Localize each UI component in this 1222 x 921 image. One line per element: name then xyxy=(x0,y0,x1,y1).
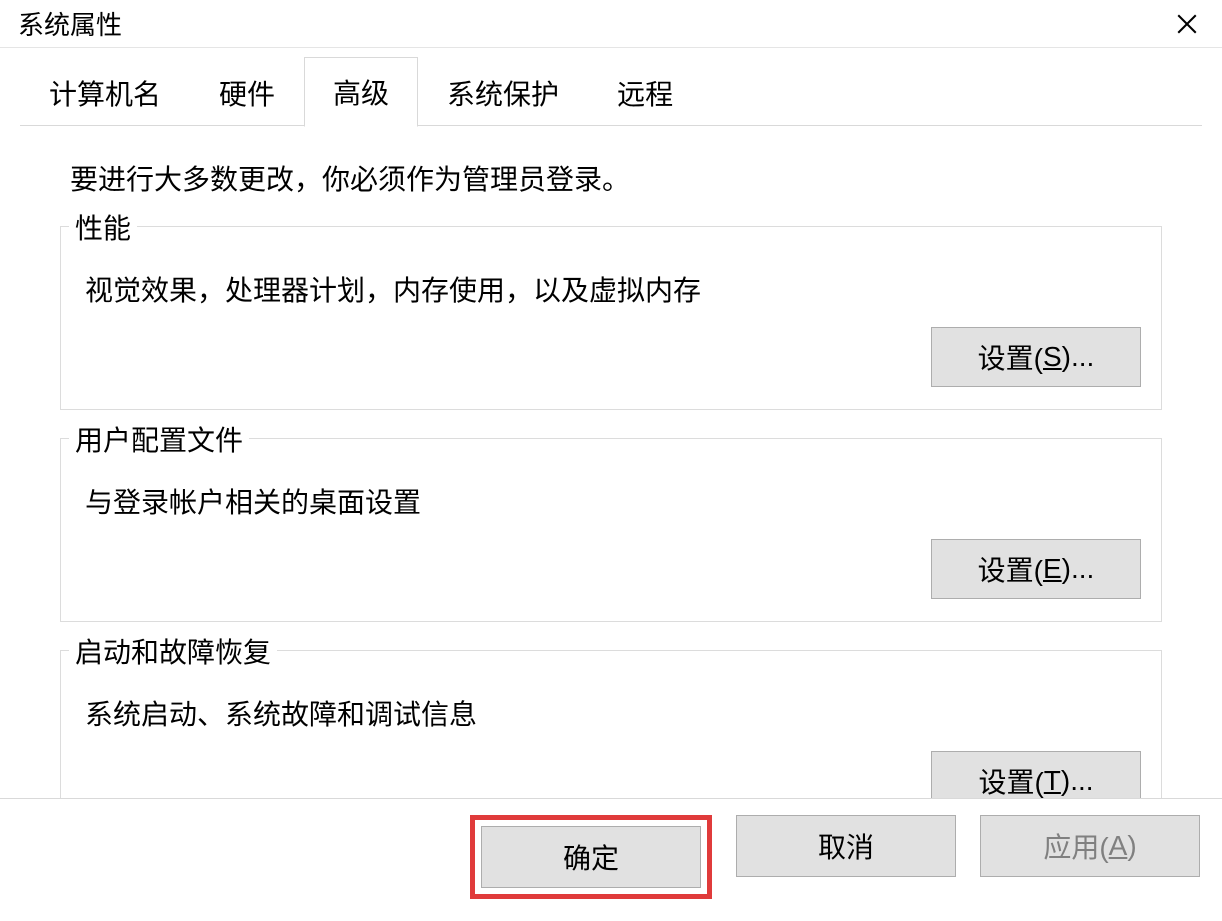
ok-button-highlight: 确定 xyxy=(470,815,712,899)
performance-settings-button[interactable]: 设置(S)... xyxy=(931,327,1141,387)
btn-label-prefix: 设置( xyxy=(978,761,1043,801)
group-performance: 性能 视觉效果，处理器计划，内存使用，以及虚拟内存 设置(S)... xyxy=(60,226,1162,410)
btn-label-key: T xyxy=(1044,765,1061,797)
group-user-profiles: 用户配置文件 与登录帐户相关的桌面设置 设置(E)... xyxy=(60,438,1162,622)
tab-computer-name[interactable]: 计算机名 xyxy=(20,58,190,127)
tab-content-advanced: 要进行大多数更改，你必须作为管理员登录。 性能 视觉效果，处理器计划，内存使用，… xyxy=(0,126,1222,912)
btn-label-suffix: ) xyxy=(1127,830,1136,862)
btn-label-suffix: )... xyxy=(1061,765,1094,797)
btn-label-prefix: 设置( xyxy=(978,549,1043,589)
group-user-profiles-legend: 用户配置文件 xyxy=(69,419,249,459)
user-profiles-settings-button[interactable]: 设置(E)... xyxy=(931,539,1141,599)
cancel-button[interactable]: 取消 xyxy=(736,815,956,877)
window-title: 系统属性 xyxy=(18,5,122,42)
tab-underline xyxy=(20,125,1202,126)
group-startup-recovery-desc: 系统启动、系统故障和调试信息 xyxy=(85,693,1137,733)
btn-label-prefix: 应用( xyxy=(1043,826,1108,866)
titlebar: 系统属性 xyxy=(0,0,1222,48)
admin-note: 要进行大多数更改，你必须作为管理员登录。 xyxy=(70,158,1162,198)
group-performance-legend: 性能 xyxy=(69,207,137,247)
ok-button[interactable]: 确定 xyxy=(481,826,701,888)
close-icon xyxy=(1177,14,1197,34)
group-performance-desc: 视觉效果，处理器计划，内存使用，以及虚拟内存 xyxy=(85,269,1137,309)
tab-remote[interactable]: 远程 xyxy=(588,58,702,127)
btn-label-key: S xyxy=(1043,341,1062,373)
group-user-profiles-desc: 与登录帐户相关的桌面设置 xyxy=(85,481,1137,521)
tab-bar: 计算机名 硬件 高级 系统保护 远程 xyxy=(0,56,1222,126)
group-startup-recovery-legend: 启动和故障恢复 xyxy=(69,631,277,671)
btn-label-key: E xyxy=(1043,553,1062,585)
btn-label-key: A xyxy=(1109,830,1128,862)
dialog-footer: 确定 取消 应用(A) xyxy=(0,798,1222,921)
tab-advanced[interactable]: 高级 xyxy=(304,57,418,127)
apply-button: 应用(A) xyxy=(980,815,1200,877)
close-button[interactable] xyxy=(1164,1,1210,47)
tab-hardware[interactable]: 硬件 xyxy=(190,58,304,127)
btn-label-prefix: 设置( xyxy=(978,337,1043,377)
tab-system-protection[interactable]: 系统保护 xyxy=(418,58,588,127)
btn-label-suffix: )... xyxy=(1062,553,1095,585)
btn-label-suffix: )... xyxy=(1062,341,1095,373)
